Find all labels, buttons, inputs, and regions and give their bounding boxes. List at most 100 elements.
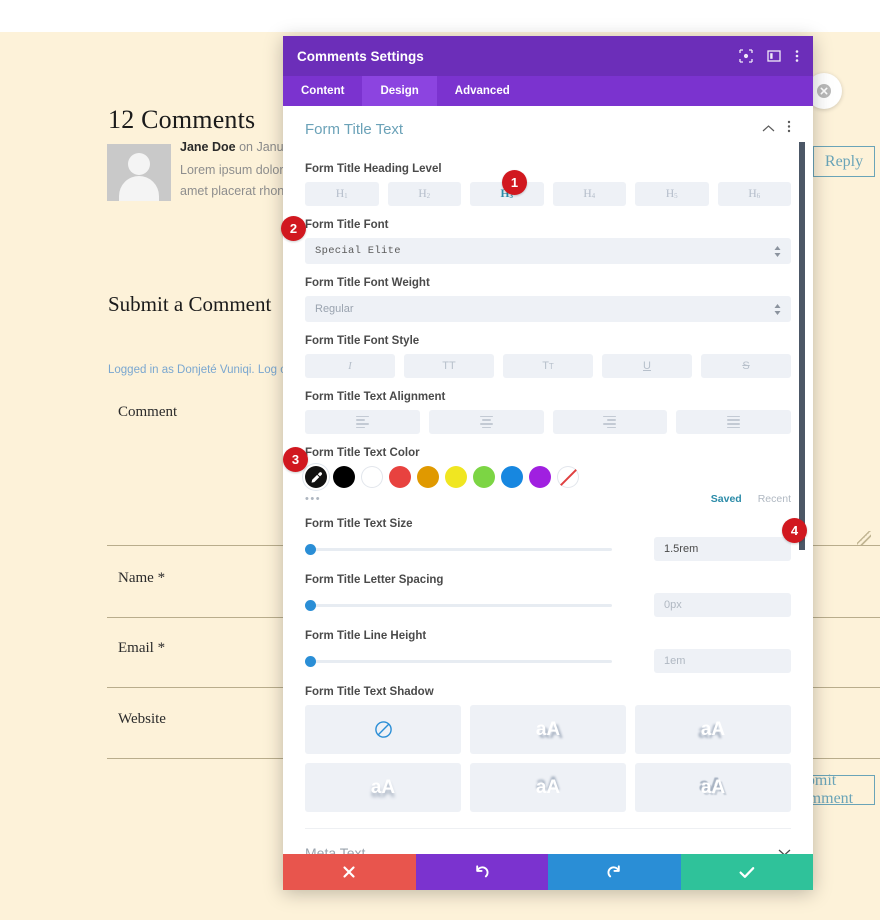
slider-knob[interactable] [305, 600, 316, 611]
tab-content[interactable]: Content [283, 76, 362, 106]
ellipsis-icon[interactable]: ••• [305, 493, 345, 505]
eyedropper-icon[interactable] [305, 466, 327, 488]
swatch-transparent[interactable] [557, 466, 579, 488]
recent-colors-tab[interactable]: Recent [758, 493, 791, 505]
modal-title: Comments Settings [297, 48, 424, 64]
scrollbar-thumb[interactable] [799, 142, 805, 550]
slider-track [305, 548, 612, 551]
swatch-orange[interactable] [417, 466, 439, 488]
font-style-label: Form Title Font Style [305, 335, 420, 347]
font-select[interactable]: Special Elite [305, 238, 791, 264]
font-style-uppercase-icon[interactable]: TT [404, 354, 494, 378]
text-size-slider[interactable] [305, 540, 612, 558]
font-weight-select[interactable]: Regular [305, 296, 791, 322]
slider-track [305, 660, 612, 663]
heading-level-label: Form Title Heading Level [305, 163, 442, 175]
vertical-dots-icon[interactable] [795, 49, 799, 63]
swatch-yellow[interactable] [445, 466, 467, 488]
heading-level-h4[interactable]: H4 [552, 182, 626, 206]
reply-button[interactable]: Reply [813, 146, 875, 177]
section-menu-vertical-dots-icon[interactable] [787, 120, 791, 138]
heading-level-h2[interactable]: H2 [387, 182, 461, 206]
saved-colors-tab[interactable]: Saved [711, 493, 742, 505]
comment-body: Lorem ipsum dolor sit amet placerat rhon… [180, 160, 290, 202]
align-center-icon[interactable] [428, 410, 544, 434]
slider-knob[interactable] [305, 544, 316, 555]
settings-scroll-area: Form Title Text Form Title Heading Level… [283, 106, 813, 854]
cancel-button[interactable] [283, 854, 416, 890]
avatar-head [128, 153, 150, 175]
field-label-email: Email * [118, 640, 166, 656]
chevron-down-icon[interactable] [778, 844, 791, 854]
font-style-italic-icon[interactable]: I [305, 354, 395, 378]
line-height-row: 1em [305, 649, 791, 673]
font-weight-label: Form Title Font Weight [305, 277, 430, 289]
font-weight-value: Regular [315, 303, 354, 315]
undo-button[interactable] [415, 854, 548, 890]
font-style-underline-icon[interactable]: U [602, 354, 692, 378]
text-size-label: Form Title Text Size [305, 518, 413, 530]
heading-level-h1[interactable]: H1 [305, 182, 379, 206]
swatch-blue[interactable] [501, 466, 523, 488]
swatch-red[interactable] [389, 466, 411, 488]
swatch-purple[interactable] [529, 466, 551, 488]
text-shadow-preset-4[interactable]: aA [470, 763, 626, 812]
redo-icon [607, 865, 620, 878]
swatch-green[interactable] [473, 466, 495, 488]
font-select-value: Special Elite [315, 245, 401, 257]
submit-comment-heading: Submit a Comment [108, 292, 272, 316]
font-style-strikethrough-icon[interactable]: S [701, 354, 791, 378]
text-shadow-preset-2[interactable]: aA [635, 705, 791, 754]
comment-body-line-1: Lorem ipsum dolor sit [180, 163, 290, 177]
font-style-buttons: I TT TT U S [305, 354, 791, 378]
line-height-input[interactable]: 1em [654, 649, 791, 673]
letter-spacing-input[interactable]: 0px [654, 593, 791, 617]
heading-level-h6[interactable]: H6 [717, 182, 791, 206]
letter-spacing-slider[interactable] [305, 596, 612, 614]
swatch-black[interactable] [333, 466, 355, 488]
swatch-white[interactable] [361, 466, 383, 488]
text-size-input[interactable]: 1.5rem [654, 537, 791, 561]
text-size-row: 1.5rem [305, 537, 791, 561]
align-left-icon[interactable] [305, 410, 420, 434]
font-style-small-caps-icon[interactable]: TT [503, 354, 593, 378]
form-title-text-section-header[interactable]: Form Title Text [305, 106, 791, 150]
meta-text-section-header[interactable]: Meta Text [305, 828, 791, 854]
slider-track [305, 604, 612, 607]
text-shadow-none[interactable] [305, 705, 461, 754]
slider-knob[interactable] [305, 656, 316, 667]
align-justify-icon[interactable] [676, 410, 791, 434]
logged-in-notice[interactable]: Logged in as Donjeté Vuniqi. Log out? [108, 364, 303, 376]
text-shadow-preset-1[interactable]: aA [470, 705, 626, 754]
comments-count-heading: 12 Comments [108, 105, 256, 134]
modal-action-bar [283, 854, 813, 890]
section-title: Form Title Text [305, 120, 404, 138]
select-caret-icon [774, 303, 781, 315]
callout-badge-1: 1 [502, 170, 527, 195]
tab-design[interactable]: Design [362, 76, 437, 106]
field-label-comment: Comment [118, 404, 178, 420]
modal-tabs: Content Design Advanced [283, 76, 813, 106]
redo-button[interactable] [548, 854, 681, 890]
letter-spacing-row: 0px [305, 593, 791, 617]
textarea-resize-handle[interactable] [857, 531, 871, 545]
text-shadow-preset-5[interactable]: aA [635, 763, 791, 812]
text-shadow-preset-3[interactable]: aA [305, 763, 461, 812]
text-shadow-presets: aA aA aA aA aA [305, 705, 791, 812]
letter-spacing-label: Form Title Letter Spacing [305, 574, 444, 586]
panel-layout-icon[interactable] [767, 49, 781, 63]
modal-header-actions [739, 49, 799, 63]
align-right-icon[interactable] [552, 410, 668, 434]
callout-badge-4: 4 [782, 518, 807, 543]
heading-level-buttons: H1 H2 H3 H4 H5 H6 [305, 182, 791, 206]
modal-body: Form Title Text Form Title Heading Level… [283, 106, 813, 854]
check-icon [739, 866, 755, 878]
scrollbar-track[interactable] [799, 106, 809, 854]
target-icon[interactable] [739, 49, 753, 63]
heading-level-h5[interactable]: H5 [635, 182, 709, 206]
text-color-label: Form Title Text Color [305, 447, 420, 459]
line-height-slider[interactable] [305, 652, 612, 670]
save-button[interactable] [680, 854, 813, 890]
chevron-up-icon[interactable] [762, 120, 775, 138]
tab-advanced[interactable]: Advanced [437, 76, 528, 106]
